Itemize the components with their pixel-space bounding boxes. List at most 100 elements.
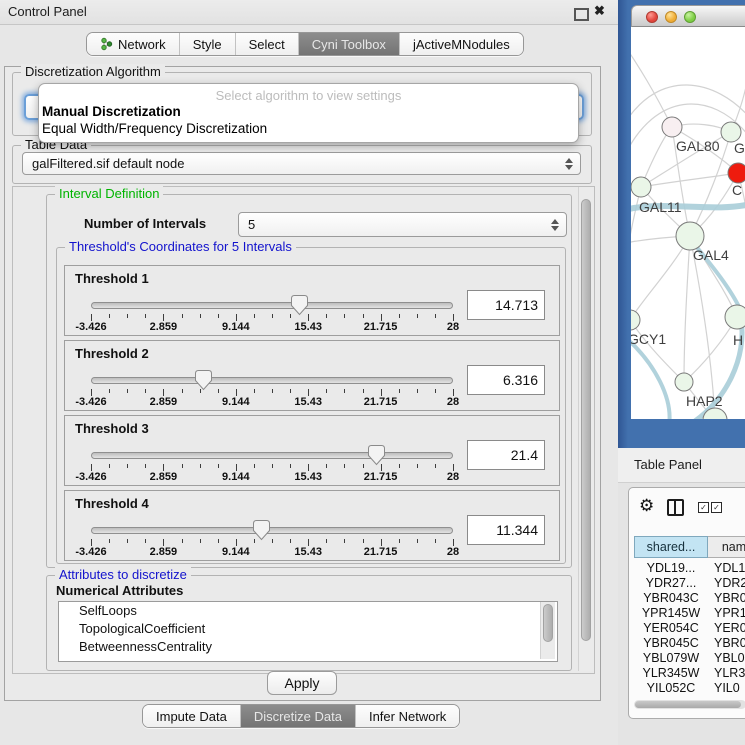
network-node-h[interactable] [725,305,745,329]
table-row[interactable]: YBR043CYBR0 [634,591,745,606]
cell-name: YLR3 [714,666,745,680]
slider-tick [236,539,237,546]
tab-label: Impute Data [156,709,227,724]
network-edge[interactable] [631,236,690,320]
threshold-value-field[interactable]: 14.713 [467,290,545,320]
threshold-slider-track[interactable] [91,377,453,384]
network-node-gcy1[interactable] [631,310,640,330]
apply-button[interactable]: Apply [267,671,337,695]
slider-tick [145,314,146,318]
num-intervals-combo[interactable]: 5 [238,212,567,237]
algorithm-group-title: Discretization Algorithm [21,64,165,79]
network-edge-highlighted[interactable] [631,337,670,419]
threshold-slider-track[interactable] [91,302,453,309]
checkbox-icon[interactable]: ✓ [711,502,722,513]
slider-tick [127,539,128,543]
slider-tick [163,464,164,471]
network-node-gal4[interactable] [676,222,704,250]
slider-tick-label: 9.144 [222,471,250,483]
threshold-label: Threshold 2 [75,346,149,361]
popup-option[interactable]: Equal Width/Frequency Discretization [39,120,578,137]
panel-title: Control Panel [8,4,87,19]
slider-tick [326,464,327,468]
network-node[interactable] [728,163,745,183]
tab-style[interactable]: Style [180,33,236,55]
column-header-shared-name[interactable]: shared... [634,536,708,558]
threshold-slider-track[interactable] [91,527,453,534]
cell-shared-name: YBR045C [634,636,708,650]
attributes-list-scrollbar[interactable] [540,602,555,659]
table-row[interactable]: YLR345WYLR3 [634,666,745,681]
close-icon[interactable]: ✖ [594,3,605,19]
split-column-icon[interactable] [667,499,684,516]
network-edge[interactable] [684,317,737,382]
threshold-value-field[interactable]: 6.316 [467,365,545,395]
table-row[interactable]: YER054CYER0 [634,621,745,636]
tab-label: Select [249,37,285,52]
network-node-gal11[interactable] [631,177,651,197]
threshold-slider-thumb[interactable] [194,369,213,391]
column-header-name[interactable]: name [708,536,745,558]
table-row[interactable]: YBR045CYBR0 [634,636,745,651]
slider-tick [200,464,201,468]
attribute-list-item[interactable]: BetweennessCentrality [59,638,557,656]
network-edge[interactable] [641,173,738,187]
slider-tick-label: 28 [447,471,459,483]
slider-tick [163,539,164,546]
threshold-value-field[interactable]: 21.4 [467,440,545,470]
zoom-traffic-light-icon[interactable] [684,11,696,23]
network-node-ga[interactable] [721,122,741,142]
table-data-combo[interactable]: galFiltered.sif default node [22,152,581,175]
tab-network[interactable]: Network [87,33,180,55]
network-graph-icon [100,37,113,51]
slider-tick [127,389,128,393]
attribute-list-item[interactable]: TopologicalCoefficient [59,620,557,638]
table-row[interactable]: YDL19...YDL1 [634,561,745,576]
float-icon[interactable] [574,8,589,21]
slider-tick [308,539,309,546]
node-label: GAL4 [693,247,729,263]
table-row[interactable]: YDR27...YDR2 [634,576,745,591]
network-graph[interactable]: GAL80GAGAL11GAL4GCY1HHAP2C [631,27,745,419]
slider-tick [417,389,418,393]
slider-tick [272,389,273,393]
cell-shared-name: YER054C [634,621,708,635]
attribute-list-item[interactable]: SelfLoops [59,602,557,620]
network-node-hap2[interactable] [675,373,693,391]
slider-tick [109,539,110,543]
gear-icon[interactable]: ⚙ [639,497,654,514]
tab-cyni-toolbox[interactable]: Cyni Toolbox [299,33,400,55]
threshold-value-field[interactable]: 11.344 [467,515,545,545]
bottom-tab-discretize-data[interactable]: Discretize Data [241,705,356,727]
tab-select[interactable]: Select [236,33,299,55]
bottom-tab-impute-data[interactable]: Impute Data [143,705,241,727]
tab-label: jActiveMNodules [413,37,510,52]
slider-tick [182,539,183,543]
network-window-titlebar[interactable] [631,5,745,27]
bottom-tab-infer-network[interactable]: Infer Network [356,705,459,727]
slider-tick [417,464,418,468]
table-row[interactable]: YPR145WYPR1 [634,606,745,621]
network-node-gal80[interactable] [662,117,682,137]
minimize-traffic-light-icon[interactable] [665,11,677,23]
threshold-panel: Threshold 3-3.4262.8599.14415.4321.71528… [64,415,560,486]
network-view-window: GAL80GAGAL11GAL4GCY1HHAP2C [618,0,745,448]
interval-definition-title: Interval Definition [55,186,163,201]
threshold-slider-thumb[interactable] [290,294,309,316]
settings-scrollbar[interactable] [578,187,594,671]
slider-tick [363,464,364,468]
close-traffic-light-icon[interactable] [646,11,658,23]
slider-tick-label: 28 [447,396,459,408]
threshold-slider-thumb[interactable] [367,444,386,466]
threshold-slider-track[interactable] [91,452,453,459]
table-row[interactable]: YBL079WYBL0 [634,651,745,666]
popup-option[interactable]: Manual Discretization [39,103,578,120]
table-horizontal-scrollbar[interactable] [634,700,745,709]
threshold-slider-thumb[interactable] [252,519,271,541]
table-row[interactable]: YIL052CYIL0 [634,681,745,693]
tab-jactivemnodules[interactable]: jActiveMNodules [400,33,523,55]
network-canvas[interactable]: GAL80GAGAL11GAL4GCY1HHAP2C [631,27,745,419]
slider-tick [182,314,183,318]
network-edge[interactable] [684,236,690,382]
checkbox-icon[interactable]: ✓ [698,502,709,513]
